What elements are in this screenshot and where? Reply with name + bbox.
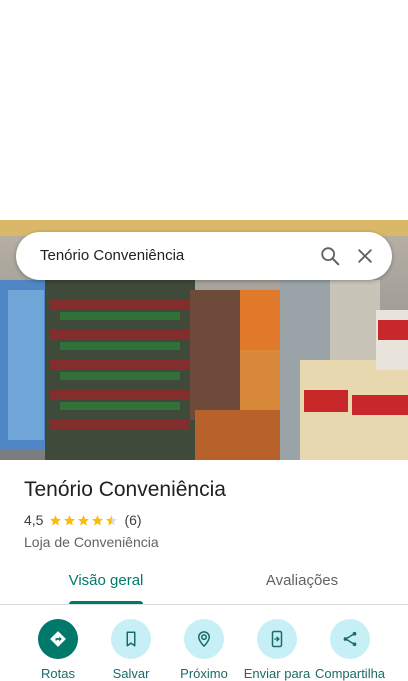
star-icon <box>92 514 104 525</box>
save-button-circle[interactable] <box>111 619 151 659</box>
nearby-button-circle[interactable] <box>184 619 224 659</box>
directions-label: Rotas <box>41 666 75 681</box>
tab-overview-label: Visão geral <box>68 572 144 589</box>
share-icon <box>343 631 357 647</box>
rating-row[interactable]: 4,5 (6) <box>24 512 142 528</box>
search-icon <box>321 247 340 266</box>
active-tab-indicator <box>69 601 143 604</box>
map-area[interactable] <box>0 0 408 220</box>
rating-stars <box>49 514 118 527</box>
place-title: Tenório Conveniência <box>24 478 226 501</box>
search-input[interactable]: Tenório Conveniência <box>40 232 184 280</box>
tab-overview[interactable]: Visão geral <box>46 562 166 604</box>
tab-reviews[interactable]: Avaliações <box>242 562 362 604</box>
tab-reviews-label: Avaliações <box>265 572 339 589</box>
nearby-button[interactable]: Próximo <box>164 614 244 681</box>
share-button-circle[interactable] <box>330 619 370 659</box>
directions-icon <box>50 631 66 647</box>
send-to-phone-button[interactable]: Enviar para <box>237 614 317 681</box>
nearby-label: Próximo <box>180 666 228 681</box>
close-button[interactable] <box>342 232 388 280</box>
save-label: Salvar <box>112 666 150 681</box>
search-bar[interactable]: Tenório Conveniência <box>16 232 392 280</box>
directions-button[interactable]: Rotas <box>18 614 98 681</box>
bookmark-icon <box>126 631 136 647</box>
nearby-icon <box>197 631 211 648</box>
send-to-phone-icon <box>271 630 283 648</box>
directions-button-circle[interactable] <box>38 619 78 659</box>
place-tabs: Visão geral Avaliações <box>0 562 408 605</box>
half-star-icon <box>106 514 118 525</box>
star-icon <box>50 514 62 525</box>
close-icon <box>358 249 372 263</box>
rating-value: 4,5 <box>24 512 44 528</box>
send-to-phone-label: Enviar para <box>243 666 311 681</box>
send-to-phone-button-circle[interactable] <box>257 619 297 659</box>
share-button[interactable]: Compartilha <box>310 614 390 681</box>
review-count[interactable]: (6) <box>124 512 141 528</box>
place-category[interactable]: Loja de Conveniência <box>24 534 159 550</box>
star-icon <box>64 514 76 525</box>
action-bar: Rotas Salvar Próximo Enviar para Compart… <box>0 614 408 681</box>
share-label: Compartilha <box>314 666 386 681</box>
save-button[interactable]: Salvar <box>91 614 171 681</box>
star-icon <box>78 514 90 525</box>
